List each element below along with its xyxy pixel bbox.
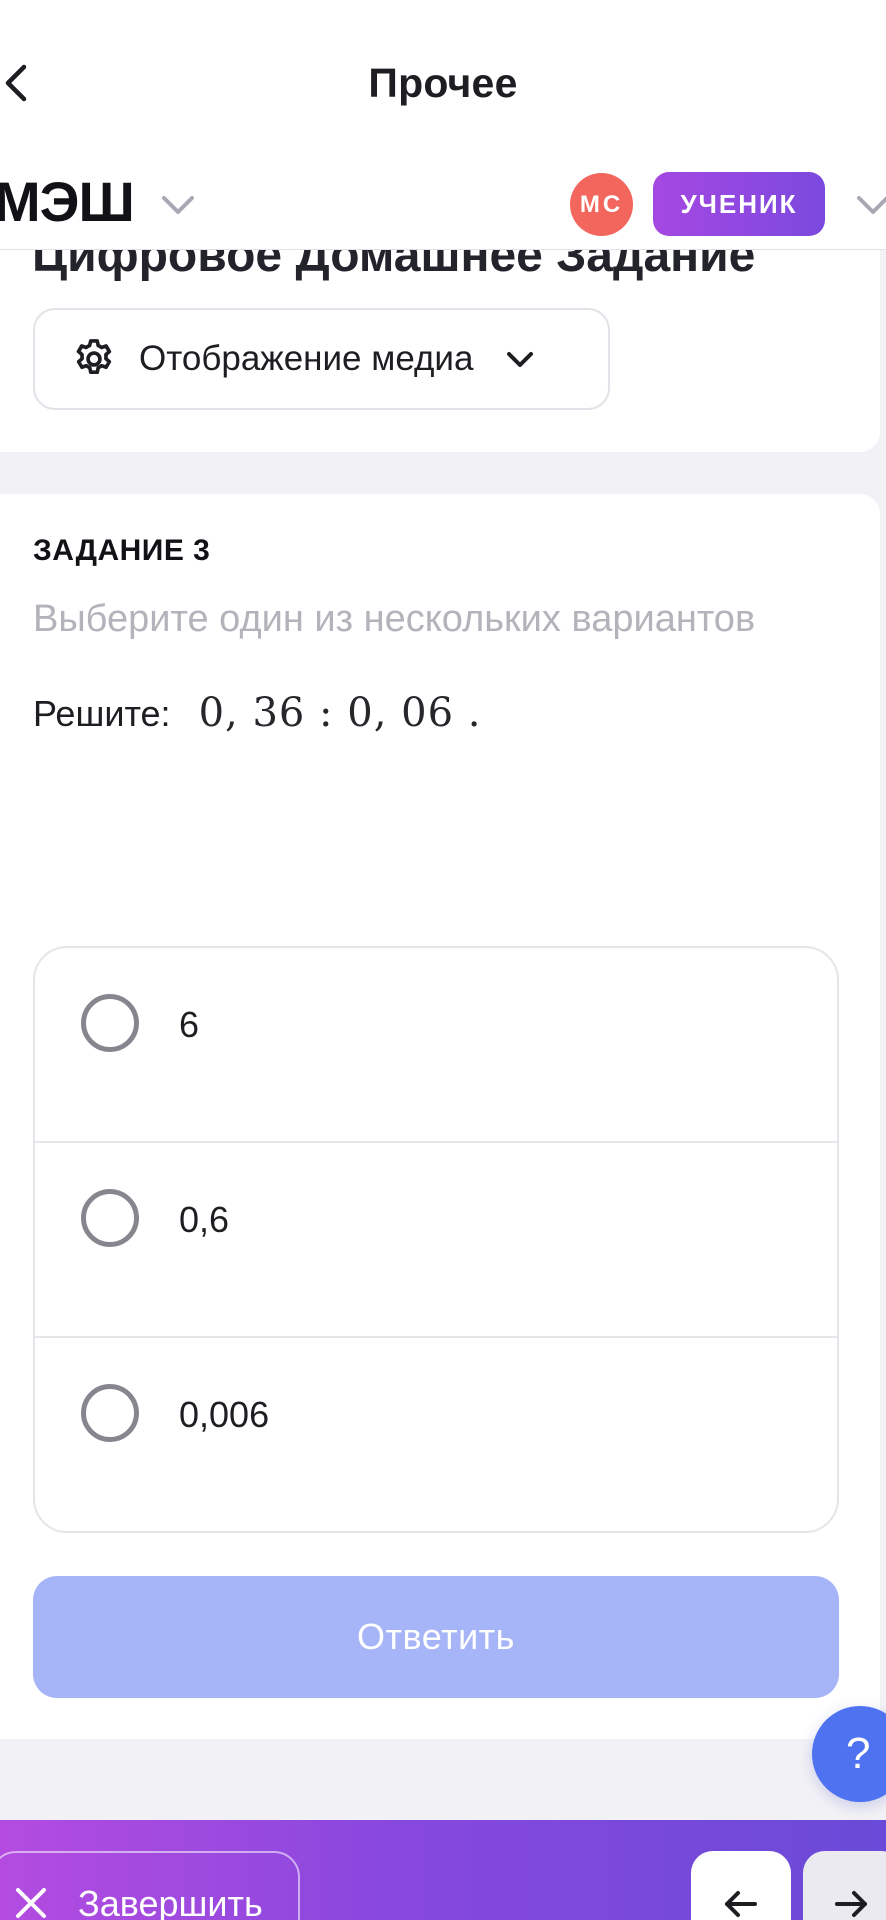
arrow-right-icon [835,1891,867,1917]
answer-option[interactable]: 0,006 [35,1338,837,1531]
close-icon [16,1888,46,1918]
next-task-button[interactable] [803,1851,886,1920]
answer-option-text: 6 [179,1004,200,1045]
chevron-down-icon[interactable] [855,190,886,218]
answer-option[interactable]: 6 [35,948,837,1143]
radio-button[interactable] [81,994,139,1052]
answer-option-text: 0,6 [179,1199,230,1240]
arrow-left-icon [725,1891,757,1917]
user-avatar[interactable]: МС [570,173,633,236]
radio-button[interactable] [81,1384,139,1442]
task-problem: Решите: 0, 36 : 0, 06 . [33,690,481,736]
brand-logo[interactable]: МЭШ [0,172,135,232]
chevron-down-icon[interactable] [160,190,196,218]
finish-label: Завершить [78,1883,263,1920]
finish-button[interactable]: Завершить [0,1851,300,1920]
radio-button[interactable] [81,1189,139,1247]
submit-answer-button[interactable]: Ответить [33,1576,839,1698]
problem-expression: 0, 36 : 0, 06 . [198,690,482,736]
answer-option[interactable]: 0,6 [35,1143,837,1338]
gear-icon [76,339,112,375]
role-badge[interactable]: УЧЕНИК [653,172,825,236]
answer-options: 6 0,6 0,006 [33,946,839,1533]
media-display-label: Отображение медиа [139,339,474,378]
chevron-down-icon [507,352,534,367]
media-display-dropdown[interactable]: Отображение медиа [33,308,610,410]
problem-instruction: Решите: [33,693,171,734]
task-hint: Выберите один из нескольких вариантов [33,598,756,640]
task-number: ЗАДАНИЕ 3 [33,534,211,567]
screen-title: Прочее [368,60,518,106]
answer-option-text: 0,006 [179,1394,270,1435]
previous-task-button[interactable] [691,1851,791,1920]
